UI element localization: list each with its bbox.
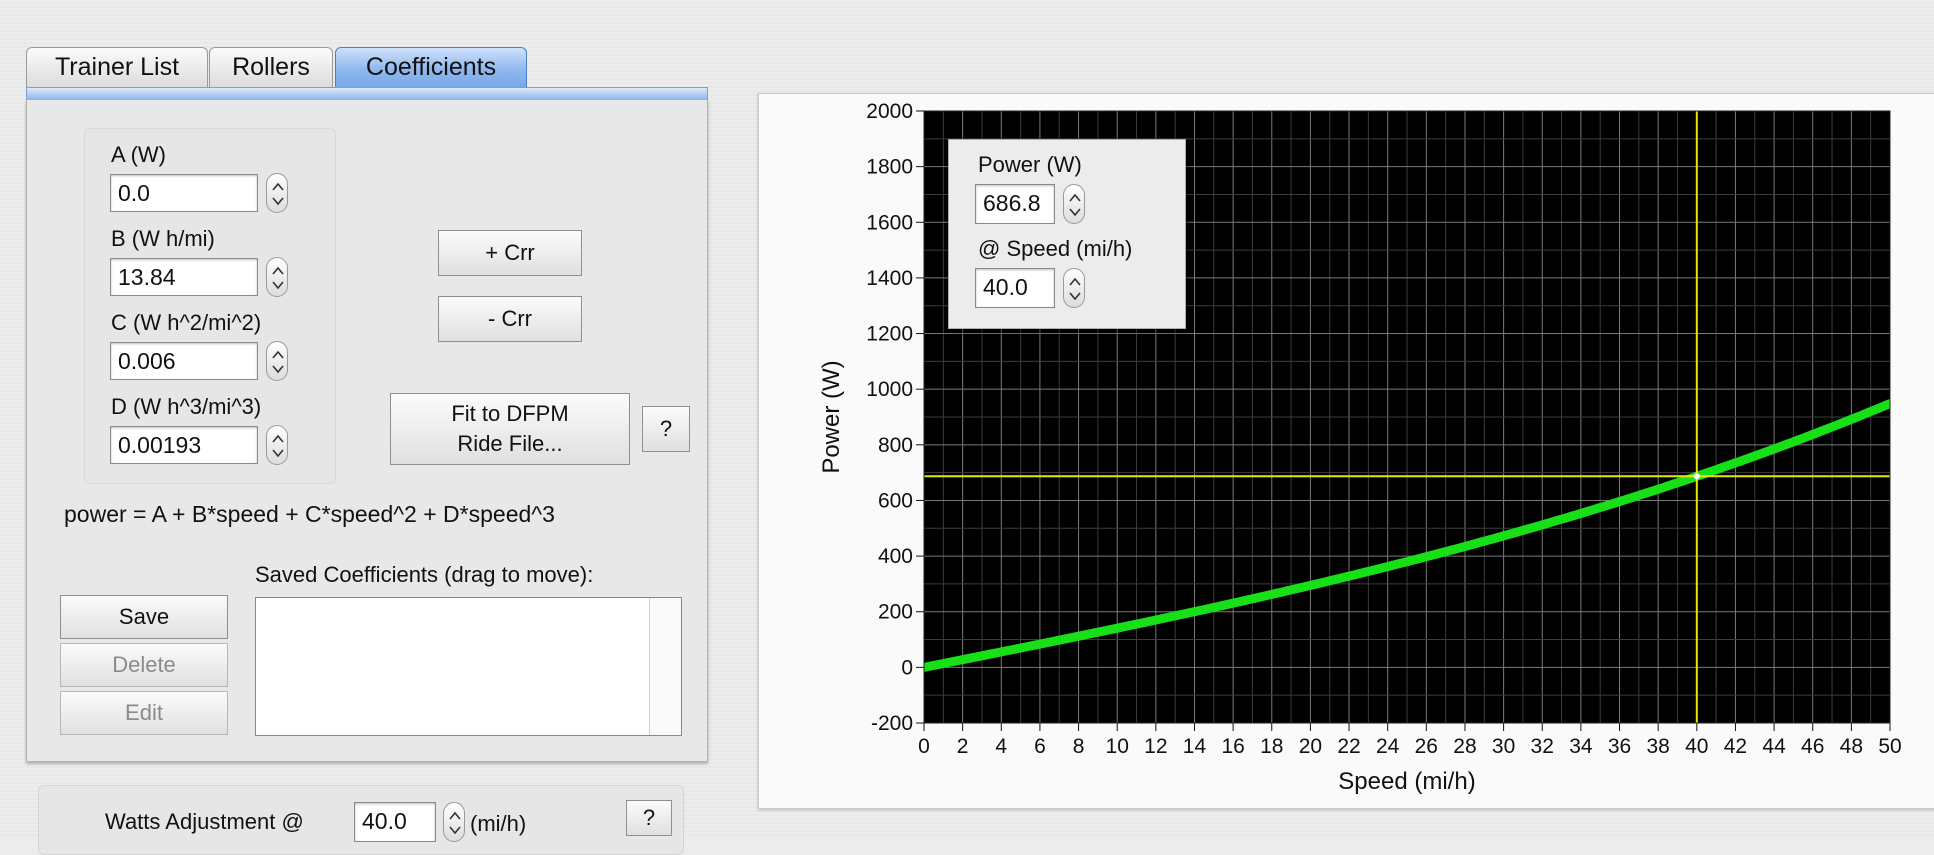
x-tick-label: 36	[1608, 735, 1631, 758]
x-tick-label: 6	[1034, 735, 1046, 758]
y-tick-label: 600	[878, 489, 913, 512]
x-tick-label: 48	[1840, 735, 1863, 758]
delete-button[interactable]: Delete	[60, 643, 228, 687]
readout-speed-stepper[interactable]	[1063, 268, 1085, 308]
y-tick-label: 1200	[866, 323, 913, 346]
coefficient-b-field[interactable]: 13.84	[110, 258, 258, 296]
watts-adjustment-stepper[interactable]	[443, 802, 465, 842]
y-tick-label: 400	[878, 545, 913, 568]
coefficient-b-label: B (W h/mi)	[111, 226, 215, 251]
x-tick-label: 4	[995, 735, 1007, 758]
x-tick-label: 12	[1144, 735, 1167, 758]
x-tick-label: 8	[1073, 735, 1085, 758]
stepper-arrows-icon	[1069, 193, 1081, 217]
stepper-arrows-icon	[1069, 277, 1081, 301]
stepper-arrows-icon	[449, 811, 461, 835]
power-curve-chart-panel: 0 2 4 6 8 10 12 14 16 18 20 22 24 26 28 30 32 34 36 38 40 42 4…	[758, 93, 1934, 809]
coefficient-c-label: C (W h^2/mi^2)	[111, 310, 262, 335]
x-tick-label: 28	[1453, 735, 1476, 758]
saved-coefficients-scrollbar[interactable]	[649, 598, 681, 735]
minus-crr-button[interactable]: - Crr	[438, 296, 582, 342]
y-tick-label: 200	[878, 601, 913, 624]
watts-adjustment-label: Watts Adjustment @	[105, 809, 304, 834]
readout-power-label: Power (W)	[978, 152, 1082, 177]
x-tick-label: 42	[1724, 735, 1747, 758]
power-curve-chart[interactable]: 0 2 4 6 8 10 12 14 16 18 20 22 24 26 28 30 32 34 36 38 40 42 4…	[759, 94, 1934, 810]
stepper-arrows-icon	[272, 434, 284, 458]
x-tick-label: 34	[1569, 735, 1593, 758]
y-tick-label: 0	[901, 656, 913, 679]
x-tick-label: 38	[1646, 735, 1669, 758]
x-tick-label: 22	[1337, 735, 1360, 758]
x-tick-label: 50	[1878, 735, 1901, 758]
saved-coefficients-label: Saved Coefficients (drag to move):	[255, 562, 594, 587]
watts-adjustment-help-button[interactable]: ?	[626, 800, 672, 836]
stepper-arrows-icon	[272, 266, 284, 290]
y-tick-label: 1000	[866, 378, 913, 401]
readout-speed-field[interactable]: 40.0	[975, 268, 1055, 308]
coefficient-d-label: D (W h^3/mi^3)	[111, 394, 262, 419]
watts-adjustment-speed-field[interactable]: 40.0	[354, 802, 436, 842]
x-tick-label: 18	[1260, 735, 1283, 758]
tab-selection-bar	[26, 87, 708, 101]
y-tick-label: 1600	[866, 211, 913, 234]
edit-button[interactable]: Edit	[60, 691, 228, 735]
coefficient-a-stepper[interactable]	[266, 173, 288, 213]
tab-rollers[interactable]: Rollers	[209, 47, 333, 87]
x-tick-label: 2	[957, 735, 969, 758]
coefficient-d-stepper[interactable]	[266, 425, 288, 465]
readout-speed-label: @ Speed (mi/h)	[978, 236, 1133, 261]
coefficient-a-label: A (W)	[111, 142, 166, 167]
stepper-arrows-icon	[272, 182, 284, 206]
y-tick-label: 1800	[866, 156, 913, 179]
x-tick-label: 0	[918, 735, 930, 758]
save-button[interactable]: Save	[60, 595, 228, 639]
coefficient-c-stepper[interactable]	[266, 341, 288, 381]
fit-button-line1: Fit to DFPM	[451, 401, 569, 426]
x-tick-label: 20	[1299, 735, 1322, 758]
x-tick-label: 14	[1183, 735, 1207, 758]
fit-help-button[interactable]: ?	[642, 406, 690, 452]
fit-to-dfpm-button[interactable]: Fit to DFPM Ride File...	[390, 393, 630, 465]
tab-coefficients[interactable]: Coefficients	[335, 47, 527, 87]
x-tick-label: 24	[1376, 735, 1400, 758]
y-tick-label: 800	[878, 434, 913, 457]
x-tick-label: 46	[1801, 735, 1824, 758]
x-tick-label: 40	[1685, 735, 1708, 758]
x-tick-label: 44	[1762, 735, 1786, 758]
fit-button-line2: Ride File...	[457, 431, 563, 456]
x-tick-label: 32	[1531, 735, 1554, 758]
tab-trainer-list[interactable]: Trainer List	[26, 47, 208, 87]
stepper-arrows-icon	[272, 350, 284, 374]
x-tick-label: 30	[1492, 735, 1515, 758]
power-formula: power = A + B*speed + C*speed^2 + D*spee…	[64, 501, 555, 527]
x-axis-title: Speed (mi/h)	[1338, 768, 1475, 795]
cursor-point	[1693, 473, 1700, 480]
readout-power-stepper[interactable]	[1063, 184, 1085, 224]
watts-adjustment-unit: (mi/h)	[470, 811, 527, 836]
y-tick-label: -200	[871, 712, 913, 735]
readout-power-field[interactable]: 686.8	[975, 184, 1055, 224]
saved-coefficients-list[interactable]	[255, 597, 682, 736]
coefficient-d-field[interactable]: 0.00193	[110, 426, 258, 464]
cursor-readout-box: Power (W) 686.8 @ Speed (mi/h) 40.0	[948, 139, 1186, 329]
y-axis-title: Power (W)	[818, 360, 845, 473]
x-tick-label: 26	[1415, 735, 1438, 758]
coefficient-a-field[interactable]: 0.0	[110, 174, 258, 212]
y-tick-label: 1400	[866, 267, 913, 290]
coefficient-b-stepper[interactable]	[266, 257, 288, 297]
x-tick-label: 10	[1106, 735, 1129, 758]
y-tick-label: 2000	[866, 100, 913, 123]
plus-crr-button[interactable]: + Crr	[438, 230, 582, 276]
x-tick-label: 16	[1221, 735, 1244, 758]
coefficient-c-field[interactable]: 0.006	[110, 342, 258, 380]
